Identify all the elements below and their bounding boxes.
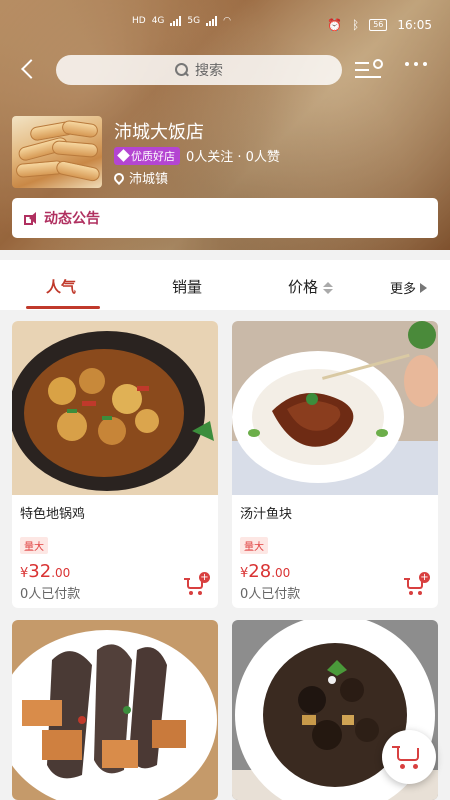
search-icon bbox=[175, 63, 189, 77]
battery-icon: 56 bbox=[369, 19, 388, 31]
store-location-label: 沛城镇 bbox=[129, 172, 169, 187]
search-bar[interactable]: 搜索 bbox=[56, 55, 342, 85]
search-placeholder: 搜索 bbox=[195, 63, 223, 79]
bluetooth-icon: ᛒ bbox=[352, 18, 360, 32]
notice-label: 动态公告 bbox=[44, 211, 100, 227]
store-thumbnail bbox=[12, 116, 102, 188]
tab-sales[interactable]: 销量 bbox=[172, 276, 202, 297]
hd-label: HD bbox=[132, 16, 146, 26]
add-to-cart-icon[interactable]: + bbox=[184, 572, 210, 595]
floating-cart-button[interactable] bbox=[382, 730, 436, 784]
add-to-cart-icon[interactable]: + bbox=[404, 572, 430, 595]
store-badge-row: 优质好店 0人关注 · 0人赞 bbox=[114, 146, 280, 165]
clock: 16:05 bbox=[397, 18, 432, 32]
status-right: ⏰ ᛒ 56 16:05 bbox=[327, 18, 432, 32]
tab-popularity[interactable]: 人气 bbox=[46, 276, 76, 297]
sort-tabs: 人气 销量 价格 更多 bbox=[0, 260, 450, 310]
network-type-label-2: 5G bbox=[187, 16, 201, 26]
store-location[interactable]: 沛城镇 bbox=[111, 168, 169, 187]
network-type-label: 4G bbox=[151, 16, 165, 26]
tab-price-label: 价格 bbox=[288, 278, 319, 296]
product-title: 特色地锅鸡 bbox=[20, 507, 86, 522]
top-navigation: 搜索 bbox=[0, 50, 450, 90]
network-indicators: HD 4G 5G ◠ bbox=[132, 16, 231, 26]
tab-more[interactable]: 更多 bbox=[390, 278, 428, 297]
product-card[interactable]: 特色地锅鸡 量大 ¥32.00 0人已付款 + bbox=[12, 321, 218, 608]
active-tab-underline bbox=[26, 306, 100, 309]
product-title: 汤汁鱼块 bbox=[240, 507, 293, 522]
product-paid-count: 0人已付款 bbox=[20, 587, 81, 602]
back-arrow-icon[interactable] bbox=[18, 58, 40, 82]
arrow-right-icon bbox=[420, 283, 428, 293]
list-search-icon[interactable] bbox=[355, 59, 383, 81]
product-image bbox=[12, 321, 218, 495]
alarm-icon: ⏰ bbox=[327, 18, 343, 32]
diamond-icon bbox=[117, 149, 130, 162]
store-stats: 0人关注 · 0人赞 bbox=[186, 150, 280, 165]
product-tag: 量大 bbox=[240, 537, 268, 554]
signal-icon bbox=[170, 16, 182, 26]
product-tag: 量大 bbox=[20, 537, 48, 554]
product-image bbox=[12, 620, 218, 800]
product-card[interactable]: 汤汁鱼块 量大 ¥28.00 0人已付款 + bbox=[232, 321, 438, 608]
wifi-icon: ◠ bbox=[223, 16, 231, 26]
quality-badge: 优质好店 bbox=[114, 146, 180, 165]
product-paid-count: 0人已付款 bbox=[240, 587, 301, 602]
product-card[interactable] bbox=[12, 620, 218, 800]
quality-badge-label: 优质好店 bbox=[131, 149, 175, 163]
speaker-icon bbox=[24, 212, 38, 225]
store-info: 沛城大饭店 优质好店 0人关注 · 0人赞 沛城镇 bbox=[12, 116, 442, 188]
notice-bar[interactable]: 动态公告 bbox=[12, 198, 438, 238]
product-image bbox=[232, 321, 438, 495]
store-name: 沛城大饭店 bbox=[114, 122, 204, 143]
product-price: ¥28.00 bbox=[240, 561, 291, 582]
status-bar: HD 4G 5G ◠ ⏰ ᛒ 56 16:05 bbox=[0, 0, 450, 50]
signal-icon-2 bbox=[206, 16, 218, 26]
location-pin-icon bbox=[111, 170, 127, 185]
product-price: ¥32.00 bbox=[20, 561, 71, 582]
more-dots-icon[interactable] bbox=[405, 62, 427, 66]
tab-more-label: 更多 bbox=[390, 282, 417, 297]
tab-price[interactable]: 价格 bbox=[288, 276, 334, 297]
sort-icon bbox=[323, 281, 334, 294]
